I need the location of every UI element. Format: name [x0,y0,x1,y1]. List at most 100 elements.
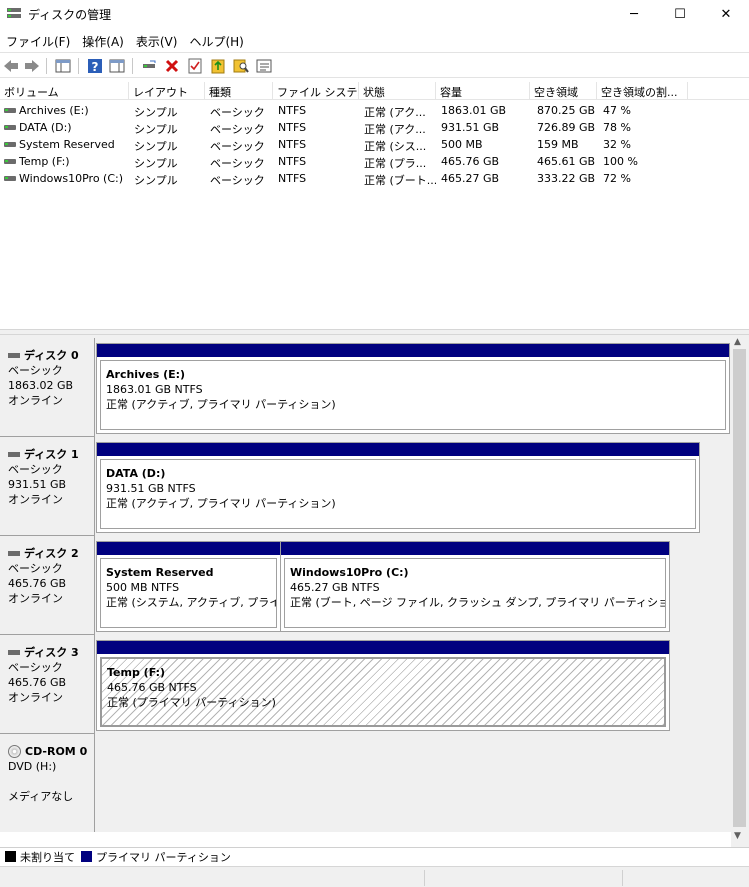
partition-name: Temp (F:) [107,666,166,679]
partition-details: DATA (D:) 931.51 GB NTFS 正常 (アクティブ, プライマ… [100,459,696,529]
forward-icon[interactable] [23,57,41,74]
table-row[interactable]: Archives (E:) シンプル ベーシック NTFS 正常 (アク... … [0,102,749,119]
volume-list-header: ボリューム レイアウト 種類 ファイル システム 状態 容量 空き領域 空き領域… [0,82,749,100]
disk-type: ベーシック [8,562,63,575]
scroll-up-icon[interactable]: ▲ [734,337,741,347]
partition-windows10pro[interactable]: Windows10Pro (C:) 465.27 GB NTFS 正常 (ブート… [280,541,670,632]
cell-percent-free: 32 % [603,138,631,151]
disk-label[interactable]: ディスク 2 ベーシック 465.76 GB オンライン [0,536,95,635]
table-row[interactable]: DATA (D:) シンプル ベーシック NTFS 正常 (アク... 931.… [0,119,749,136]
disk-label[interactable]: ディスク 3 ベーシック 465.76 GB オンライン [0,635,95,734]
volume-icon [4,159,16,164]
partition-size: 465.76 GB NTFS [107,681,197,694]
cell-percent-free: 78 % [603,121,631,134]
menu-view[interactable]: 表示(V) [130,29,184,51]
search-icon[interactable] [232,57,250,74]
cell-volume: DATA (D:) [19,121,72,134]
partition-size: 500 MB NTFS [106,581,180,594]
table-row[interactable]: Temp (F:) シンプル ベーシック NTFS 正常 (プラ... 465.… [0,153,749,170]
column-capacity[interactable]: 容量 [436,82,530,100]
partition-size: 1863.01 GB NTFS [106,383,203,396]
status-bar [0,866,749,887]
column-type[interactable]: 種類 [205,82,273,100]
maximize-button[interactable]: ☐ [657,0,703,28]
column-status[interactable]: 状態 [359,82,436,100]
volume-icon [4,125,16,130]
partition-system-reserved[interactable]: System Reserved 500 MB NTFS 正常 (システム, アク… [96,541,281,632]
import-icon[interactable] [209,57,227,74]
cell-type: ベーシック [210,174,265,187]
disk-status: オンライン [8,592,63,605]
cell-type: ベーシック [210,106,265,119]
properties-pane-icon[interactable] [108,57,126,74]
checklist-icon[interactable] [186,57,204,74]
partition-name: System Reserved [106,566,214,579]
menu-action[interactable]: 操作(A) [76,29,130,51]
volume-icon [4,176,16,181]
partition-data[interactable]: DATA (D:) 931.51 GB NTFS 正常 (アクティブ, プライマ… [96,442,700,533]
primary-partition-bar [97,443,699,456]
cell-layout: シンプル [134,174,178,187]
disk-size: 1863.02 GB [8,379,74,392]
cdrom-row: CD-ROM 0 DVD (H:) メディアなし [0,734,731,832]
disk-label[interactable]: ディスク 0 ベーシック 1863.02 GB オンライン [0,338,95,437]
delete-icon[interactable] [163,57,181,74]
primary-partition-bar [97,542,280,555]
disk-status: オンライン [8,493,63,506]
disk-icon [8,353,20,358]
cell-type: ベーシック [210,123,265,136]
partition-status: 正常 (システム, アクティブ, プライマリ [106,596,276,609]
console-tree-icon[interactable] [54,57,72,74]
column-percent-free[interactable]: 空き領域の割... [597,82,688,100]
partition-size: 931.51 GB NTFS [106,482,196,495]
disk-management-app-icon [7,8,21,18]
primary-partition-bar [97,641,669,654]
cell-status: 正常 (プラ... [364,157,427,170]
disk-label[interactable]: ディスク 1 ベーシック 931.51 GB オンライン [0,437,95,536]
list-view-icon[interactable] [255,57,273,74]
disk-name: ディスク 0 [24,349,79,362]
disk-row-0: ディスク 0 ベーシック 1863.02 GB オンライン Archives (… [0,338,731,437]
toolbar: ? [0,52,749,78]
table-row[interactable]: Windows10Pro (C:) シンプル ベーシック NTFS 正常 (ブー… [0,170,749,187]
cell-percent-free: 100 % [603,155,638,168]
column-volume[interactable]: ボリューム [0,82,129,100]
column-layout[interactable]: レイアウト [129,82,205,100]
table-row[interactable]: System Reserved シンプル ベーシック NTFS 正常 (シス..… [0,136,749,153]
menu-help[interactable]: ヘルプ(H) [183,29,249,51]
legend: 未割り当て プライマリ パーティション [0,847,749,865]
help-icon[interactable]: ? [86,57,104,74]
partition-archives[interactable]: Archives (E:) 1863.01 GB NTFS 正常 (アクティブ,… [96,343,730,434]
cell-status: 正常 (ブート... [364,174,436,187]
scrollbar-thumb[interactable] [733,349,746,827]
scroll-down-icon[interactable]: ▼ [734,831,741,841]
cdrom-label[interactable]: CD-ROM 0 DVD (H:) メディアなし [0,734,95,832]
column-free-space[interactable]: 空き領域 [530,82,597,100]
disk-row-3: ディスク 3 ベーシック 465.76 GB オンライン Temp (F:) 4… [0,635,731,734]
partition-status: 正常 (プライマリ パーティション) [107,696,276,709]
connect-icon[interactable] [140,57,158,74]
minimize-button[interactable]: ─ [611,0,657,28]
disk-name: ディスク 3 [24,646,79,659]
close-button[interactable]: ✕ [703,0,749,28]
disk-map-pane: ディスク 0 ベーシック 1863.02 GB オンライン Archives (… [0,335,731,832]
cell-free-space: 870.25 GB [537,104,596,117]
menu-file[interactable]: ファイル(F) [0,29,76,51]
primary-partition-bar [97,344,729,357]
partition-temp[interactable]: Temp (F:) 465.76 GB NTFS 正常 (プライマリ パーティシ… [96,640,670,731]
cell-layout: シンプル [134,106,178,119]
disk-size: 931.51 GB [8,478,67,491]
disk-icon [8,551,20,556]
legend-primary-partition: プライマリ パーティション [96,850,231,864]
back-icon[interactable] [2,57,20,74]
cell-volume: System Reserved [19,138,115,151]
cell-free-space: 465.61 GB [537,155,596,168]
column-filesystem[interactable]: ファイル システム [273,82,359,100]
cell-type: ベーシック [210,157,265,170]
disk-size: 465.76 GB [8,577,67,590]
disk-size: 465.76 GB [8,676,67,689]
cell-capacity: 465.76 GB [441,155,500,168]
vertical-scrollbar[interactable]: ▲ ▼ [731,335,749,847]
cell-free-space: 159 MB [537,138,579,151]
cell-capacity: 1863.01 GB [441,104,507,117]
